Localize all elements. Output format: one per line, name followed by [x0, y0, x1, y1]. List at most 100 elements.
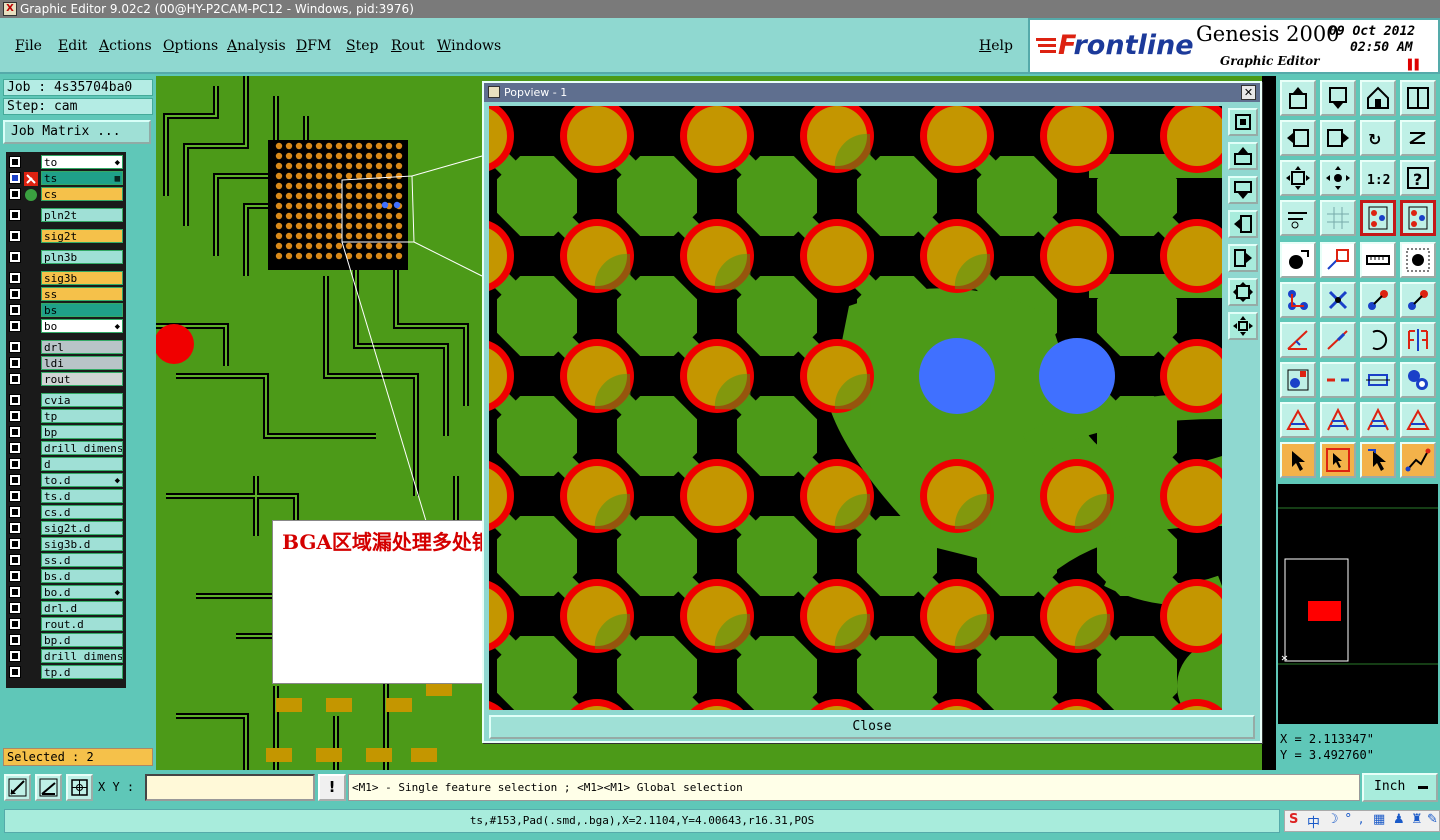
pointer-select-icon[interactable]	[1360, 442, 1396, 478]
menu-dfm[interactable]: DFM	[296, 38, 331, 54]
triangle-icon[interactable]	[1280, 402, 1316, 438]
menu-options[interactable]: Options	[163, 38, 218, 54]
menu-analysis[interactable]: Analysis	[227, 38, 286, 54]
ruler-icon[interactable]	[1360, 242, 1396, 278]
mirror-icon[interactable]	[1400, 322, 1436, 358]
keyboard-icon[interactable]: ▦	[1373, 812, 1385, 827]
pan-down-icon[interactable]	[1228, 176, 1258, 204]
move-pad-icon[interactable]	[1360, 282, 1396, 318]
layer-checkbox[interactable]	[9, 586, 21, 598]
layer-row[interactable]: cs.d	[6, 504, 126, 520]
layer-checkbox[interactable]	[9, 156, 21, 168]
select-pad-icon[interactable]	[1400, 242, 1436, 278]
shirt-icon[interactable]: ♜	[1411, 812, 1423, 827]
menu-windows[interactable]: Windows	[437, 38, 501, 54]
layer-row[interactable]: rout	[6, 371, 126, 387]
layer-checkbox[interactable]	[9, 666, 21, 678]
layer-checkbox[interactable]	[9, 341, 21, 353]
layer-name[interactable]: to.d ◆	[41, 473, 123, 487]
comma-icon[interactable]: ,	[1359, 812, 1363, 827]
layer-checkbox[interactable]	[9, 554, 21, 566]
layer-row[interactable]: rout.d	[6, 616, 126, 632]
layer-name[interactable]: ldi	[41, 356, 123, 370]
menu-edit[interactable]: Edit	[58, 38, 87, 54]
zoom-out-icon[interactable]	[1228, 312, 1258, 340]
popview-canvas[interactable]	[489, 106, 1222, 710]
layer-name[interactable]: sig3b.d	[41, 537, 123, 551]
layer-checkbox[interactable]	[9, 618, 21, 630]
layer-name[interactable]: bo.d ◆	[41, 585, 123, 599]
menu-help[interactable]: Help	[979, 38, 1013, 54]
layer-row[interactable]: bs.d	[6, 568, 126, 584]
layer-name[interactable]: d	[41, 457, 123, 471]
copy-pad-icon[interactable]	[1280, 362, 1316, 398]
layer-checkbox[interactable]	[9, 458, 21, 470]
layer-checkbox[interactable]	[9, 304, 21, 316]
layer-down-icon[interactable]	[1320, 80, 1356, 116]
layer-row[interactable]: bp.d	[6, 632, 126, 648]
layer-name[interactable]: ts.d	[41, 489, 123, 503]
layer-name[interactable]: bs.d	[41, 569, 123, 583]
layer-row[interactable]: sig2t.d	[6, 520, 126, 536]
layer-row[interactable]: drl	[6, 339, 126, 355]
units-selector[interactable]: Inch	[1362, 773, 1438, 802]
connect-pads-icon[interactable]	[1280, 282, 1316, 318]
exclaim-button[interactable]: !	[318, 774, 346, 801]
layer-name[interactable]: cvia	[41, 393, 123, 407]
layer-name[interactable]: ss.d	[41, 553, 123, 567]
layer-name[interactable]: to ◆	[41, 155, 123, 169]
layer-name[interactable]: bs	[41, 303, 123, 317]
popview-close-button[interactable]: Close	[489, 715, 1255, 739]
layer-name[interactable]: drl.d	[41, 601, 123, 615]
resize-icon[interactable]	[1360, 362, 1396, 398]
layer-row[interactable]: cvia	[6, 392, 126, 408]
pan-left-icon[interactable]	[1228, 210, 1258, 238]
layer-name[interactable]: pln3b	[41, 250, 123, 264]
layer-row[interactable]: bp	[6, 424, 126, 440]
job-matrix-button[interactable]: Job Matrix ...	[3, 120, 151, 144]
pan-up-icon[interactable]	[1228, 142, 1258, 170]
pointer-icon[interactable]	[1280, 442, 1316, 478]
pointer-box-icon[interactable]	[1320, 442, 1356, 478]
prev-layer-icon[interactable]	[1280, 120, 1316, 156]
layer-name[interactable]: sig3b	[41, 271, 123, 285]
layer-name[interactable]: pln2t	[41, 208, 123, 222]
layer-row[interactable]: ss.d	[6, 552, 126, 568]
fit-all-icon[interactable]	[1228, 278, 1258, 306]
menu-file[interactable]: File	[15, 38, 42, 54]
layer-row[interactable]: ts.d	[6, 488, 126, 504]
overview-map[interactable]	[1278, 484, 1438, 724]
sogou-icon[interactable]: S	[1289, 812, 1298, 827]
layer-checkbox[interactable]	[9, 172, 21, 184]
menu-step[interactable]: Step	[346, 38, 378, 54]
layer-checkbox[interactable]	[9, 634, 21, 646]
layer-checkbox[interactable]	[9, 410, 21, 422]
grid-toggle-icon[interactable]	[1320, 200, 1356, 236]
layer-row[interactable]: sig3b	[6, 270, 126, 286]
layer-row[interactable]: bs	[6, 302, 126, 318]
layer-checkbox[interactable]	[9, 209, 21, 221]
pan-right-icon[interactable]	[1228, 244, 1258, 272]
layer-name[interactable]: cs.d	[41, 505, 123, 519]
layer-row[interactable]: pln3b	[6, 249, 126, 265]
layer-name[interactable]: drl	[41, 340, 123, 354]
layer-row[interactable]: sig3b.d	[6, 536, 126, 552]
layer-row[interactable]: pln2t	[6, 207, 126, 223]
user-icon[interactable]: ♟	[1393, 812, 1405, 827]
popview-close-icon[interactable]: ✕	[1241, 85, 1256, 100]
layer-checkbox[interactable]	[9, 522, 21, 534]
layer-row[interactable]: drl.d	[6, 600, 126, 616]
net-red-2-icon[interactable]	[1400, 200, 1436, 236]
home-icon[interactable]	[1360, 80, 1396, 116]
help-icon[interactable]: ?	[1400, 160, 1436, 196]
layer-name[interactable]: cs	[41, 187, 123, 201]
redraw-icon[interactable]	[1400, 120, 1436, 156]
layer-checkbox[interactable]	[9, 394, 21, 406]
split-view-icon[interactable]	[1400, 80, 1436, 116]
dot-icon[interactable]: °	[1345, 812, 1352, 827]
layer-name[interactable]: tp.d	[41, 665, 123, 679]
line-break-icon[interactable]	[1320, 362, 1356, 398]
menu-actions[interactable]: Actions	[99, 38, 152, 54]
triangle-2-icon[interactable]	[1400, 402, 1436, 438]
rotate-icon[interactable]	[1360, 322, 1396, 358]
